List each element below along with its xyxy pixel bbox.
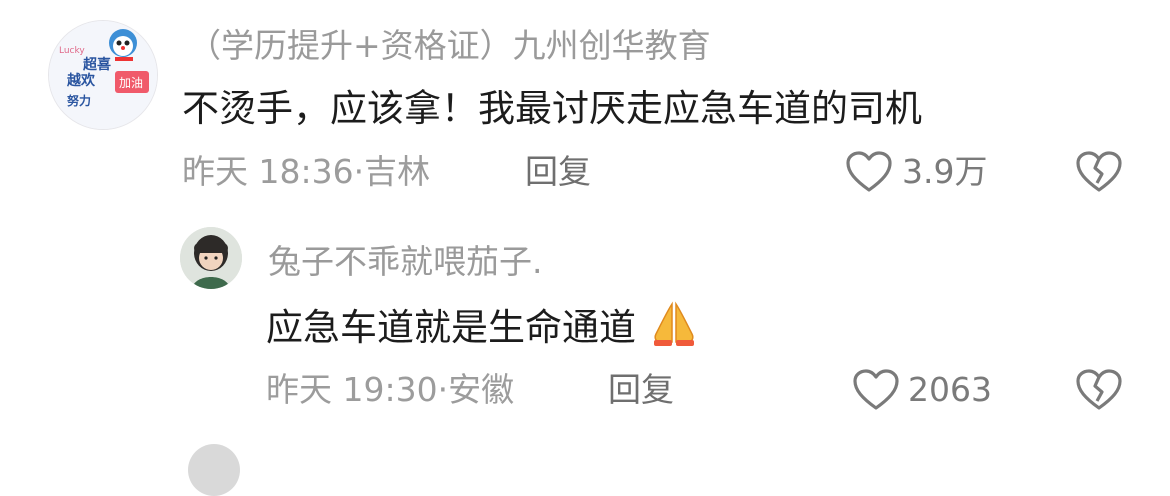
reply-reply-button[interactable]: 回复: [608, 370, 674, 410]
reply-avatar-image: [180, 227, 242, 289]
comment-author[interactable]: （学历提升+资格证）九州创华教育: [188, 26, 711, 66]
folded-hands-emoji: [648, 300, 700, 348]
avatar-line-3: 努力: [67, 93, 91, 108]
avatar-tag: Lucky: [59, 46, 85, 56]
commenter-avatar-image: Lucky 超喜 越欢 努力 加油: [49, 21, 157, 129]
reply-text: 应急车道就是生命通道: [266, 306, 636, 349]
comment-meta: 昨天 18:36·吉林: [182, 152, 430, 192]
comment-location: 吉林: [364, 152, 431, 191]
reply-author[interactable]: 兔子不乖就喂茄子.: [268, 242, 543, 282]
avatar-badge: 加油: [119, 76, 143, 90]
comment-reply-button[interactable]: 回复: [525, 152, 591, 192]
avatar-line-1: 超喜: [82, 56, 111, 73]
comment-time: 昨天 18:36·: [182, 152, 365, 191]
reply-like-count: 2063: [908, 370, 992, 409]
reply-location: 安徽: [448, 370, 515, 409]
heart-outline-icon[interactable]: [845, 150, 893, 194]
comment-text: 不烫手，应该拿！我最讨厌走应急车道的司机: [182, 87, 922, 130]
reply-time: 昨天 19:30·: [266, 370, 449, 409]
reply-avatar[interactable]: [180, 227, 242, 289]
next-comment-avatar[interactable]: [188, 444, 240, 496]
comment-like-count: 3.9万: [902, 152, 988, 191]
broken-heart-icon[interactable]: [1075, 150, 1123, 194]
avatar-line-2: 越欢: [66, 72, 96, 89]
broken-heart-icon[interactable]: [1075, 368, 1123, 412]
reply-meta: 昨天 19:30·安徽: [266, 370, 514, 410]
commenter-avatar[interactable]: Lucky 超喜 越欢 努力 加油: [48, 20, 158, 130]
reply-content: 应急车道就是生命通道: [266, 300, 700, 351]
heart-outline-icon[interactable]: [852, 368, 900, 412]
